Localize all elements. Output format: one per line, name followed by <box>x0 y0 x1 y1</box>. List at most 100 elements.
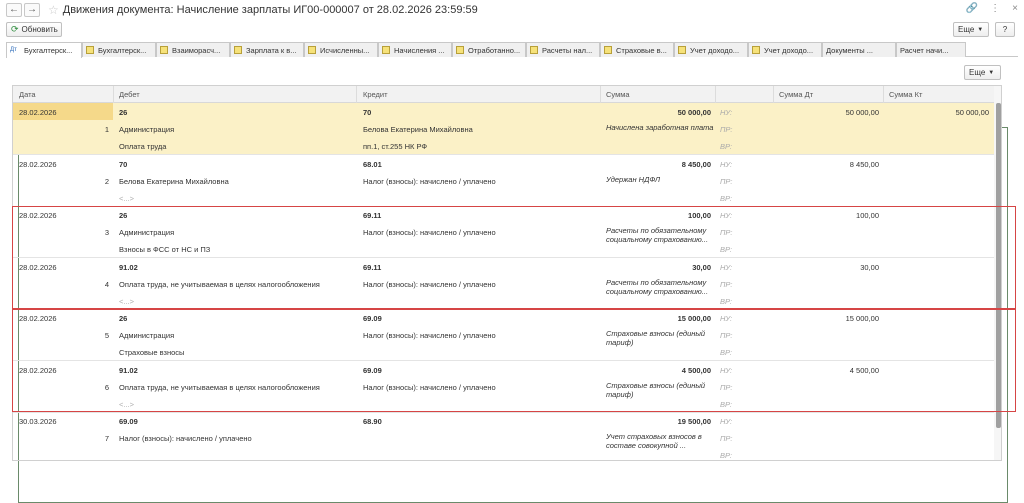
credit-subconto-2: пп.1, ст.255 НК РФ <box>363 142 428 151</box>
help-button-label: ? <box>1002 25 1008 34</box>
tab-label: Зарплата к в... <box>246 45 297 55</box>
tab-label: Взаиморасч... <box>172 45 221 55</box>
tab-6[interactable]: Начисления ... <box>378 42 452 57</box>
type-vr: ВР: <box>720 142 733 151</box>
row-content: Удержан НДФЛ <box>606 174 661 184</box>
tab-10[interactable]: Учет доходо... <box>674 42 748 57</box>
register-icon <box>678 46 686 54</box>
forward-arrow-icon[interactable]: → <box>24 2 40 17</box>
row-date: 28.02.2026 <box>19 159 57 169</box>
register-icon <box>382 46 390 54</box>
document-movements-window: ← → ☆ Движения документа: Начисление зар… <box>0 0 1024 503</box>
command-bar: ⟳ Обновить Еще ▼ ? <box>0 22 1024 39</box>
title-bar: ← → ☆ Движения документа: Начисление зар… <box>0 0 1024 19</box>
column-sum-dt[interactable]: Сумма Дт <box>779 90 813 99</box>
tab-label: Бухгалтерск... <box>24 46 73 55</box>
table-row[interactable]: 28.02.2026 2 70 Белова Екатерина Михайловна… <box>13 155 995 207</box>
tab-12[interactable]: Документы ... <box>18 42 1008 503</box>
debit-account: 69.09 <box>119 417 138 426</box>
tab-1[interactable]: Дт Бухгалтерск... <box>6 42 82 58</box>
credit-account: 68.90 <box>363 417 382 426</box>
debit-subconto-1: Налог (взносы): начислено / уплачено <box>119 434 252 443</box>
credit-account: 68.01 <box>363 159 382 169</box>
tab-label: Документы ... <box>826 45 873 55</box>
tab-label: Расчеты нал... <box>542 45 593 55</box>
register-icon <box>160 46 168 54</box>
credit-subconto-1: Белова Екатерина Михайловна <box>363 125 473 134</box>
back-arrow-icon[interactable]: ← <box>6 2 22 17</box>
highlight-frame-fss <box>12 206 1016 309</box>
window-title: Движения документа: Начисление зарплаты … <box>62 3 478 16</box>
menu-icon[interactable]: ⋮ <box>990 3 1000 14</box>
tab-11[interactable]: Учет доходо... <box>748 42 822 57</box>
close-icon[interactable]: × <box>1012 3 1018 14</box>
tab-5[interactable]: Исчисленны... <box>304 42 378 57</box>
tab-7[interactable]: Отработанно... <box>452 42 526 57</box>
help-button[interactable]: ? <box>995 22 1015 37</box>
row-content: Учет страховых взносов в составе совокуп… <box>606 432 702 450</box>
tab-8[interactable]: Расчеты нал... <box>526 42 600 57</box>
register-icon <box>234 46 242 54</box>
table-row[interactable]: 28.02.2026 1 26 Администрация Оплата труда 70… <box>13 103 995 155</box>
tab-4[interactable]: Зарплата к в... <box>230 42 304 57</box>
register-icon <box>308 46 316 54</box>
link-icon[interactable]: 🔗 <box>966 3 978 14</box>
debit-account: 70 <box>119 159 128 169</box>
credit-account: 70 <box>363 108 372 117</box>
register-icon <box>530 46 538 54</box>
tab-13[interactable]: Расчет начи... <box>18 42 1008 503</box>
row-sum: 50 000,00 <box>677 108 711 117</box>
type-vr: ВР: <box>720 193 733 203</box>
row-sum-dt: 8 450,00 <box>849 159 879 169</box>
row-content: Начислена заработная плата <box>606 123 714 132</box>
tab-label: Отработанно... <box>468 45 521 55</box>
tab-label: Учет доходо... <box>690 45 740 55</box>
table-row[interactable]: 30.03.2026 7 69.09 Налог (взносы): начислен… <box>13 412 995 460</box>
tab-label: Исчисленны... <box>320 45 370 55</box>
table-more-label: Еще <box>969 68 986 77</box>
row-sum: 8 450,00 <box>681 159 711 169</box>
more-button[interactable]: Еще ▼ <box>953 22 989 37</box>
row-sum: 19 500,00 <box>677 417 711 426</box>
type-nu: НУ: <box>720 417 733 426</box>
debit-account: 26 <box>119 108 128 117</box>
column-debit[interactable]: Дебет <box>119 90 140 99</box>
column-credit[interactable]: Кредит <box>363 90 388 99</box>
debit-subconto-2: <...> <box>119 193 135 203</box>
type-pr: ПР: <box>720 176 733 186</box>
type-vr: ВР: <box>720 451 733 460</box>
more-button-label: Еще <box>958 25 975 34</box>
column-sum[interactable]: Сумма <box>606 90 630 99</box>
row-date: 30.03.2026 <box>19 417 57 426</box>
table-header: Дата Дебет Кредит Сумма Сумма Дт Сумма К… <box>13 86 1001 103</box>
column-sum-kt[interactable]: Сумма Кт <box>889 90 922 99</box>
refresh-button[interactable]: ⟳ Обновить <box>6 22 62 37</box>
credit-subconto-1: Налог (взносы): начислено / уплачено <box>363 176 496 186</box>
tab-label: Бухгалтерск... <box>98 45 147 55</box>
tab-label: Страховые в... <box>616 45 667 55</box>
tab-3[interactable]: Взаиморасч... <box>156 42 230 57</box>
row-number: 2 <box>104 176 109 186</box>
star-icon[interactable]: ☆ <box>48 3 59 17</box>
debit-subconto-1: Администрация <box>119 125 175 134</box>
tab-2[interactable]: Бухгалтерск... <box>82 42 156 57</box>
column-date[interactable]: Дата <box>19 90 36 99</box>
register-icon <box>752 46 760 54</box>
chevron-down-icon: ▼ <box>988 69 995 76</box>
tab-label: Учет доходо... <box>764 45 814 55</box>
row-number: 7 <box>104 434 109 443</box>
table-more-button[interactable]: Еще ▼ <box>964 65 1001 80</box>
highlight-frame-insurance <box>12 309 1016 412</box>
row-date: 28.02.2026 <box>19 108 57 117</box>
chevron-down-icon: ▼ <box>977 26 984 33</box>
row-number: 1 <box>104 125 109 134</box>
type-nu: НУ: <box>720 159 733 169</box>
debit-subconto-1: Белова Екатерина Михайловна <box>119 176 229 186</box>
row-sum-kt: 50 000,00 <box>955 108 989 117</box>
refresh-icon: ⟳ <box>11 24 19 34</box>
tab-label: Расчет начи... <box>900 45 949 55</box>
register-icon <box>604 46 612 54</box>
type-pr: ПР: <box>720 434 733 443</box>
type-nu: НУ: <box>720 108 733 117</box>
tab-9[interactable]: Страховые в... <box>600 42 674 57</box>
